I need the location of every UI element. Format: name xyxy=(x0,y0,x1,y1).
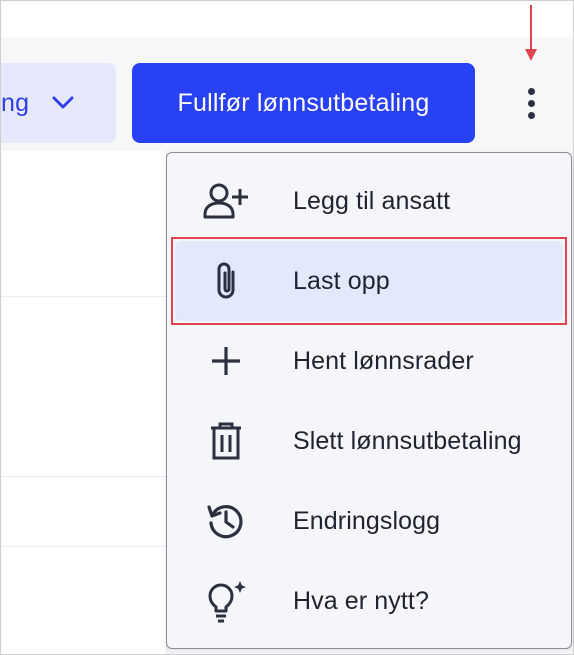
chevron-down-icon xyxy=(52,96,74,109)
kebab-dot xyxy=(527,99,535,107)
menu-item-upload[interactable]: Last opp xyxy=(175,241,563,321)
lightbulb-sparkle-icon xyxy=(203,578,249,624)
history-icon xyxy=(203,498,249,544)
menu-item-label: Hva er nytt? xyxy=(293,586,429,615)
menu-item-label: Last opp xyxy=(293,266,390,295)
row-divider xyxy=(1,546,166,547)
kebab-dot xyxy=(527,87,535,95)
row-divider xyxy=(1,476,166,477)
paperclip-icon xyxy=(203,258,249,304)
menu-item-whats-new[interactable]: Hva er nytt? xyxy=(175,561,563,641)
more-options-menu: Legg til ansatt Last opp Hent lønnsrader xyxy=(166,152,572,649)
row-divider xyxy=(1,296,166,297)
menu-item-fetch-payroll-lines[interactable]: Hent lønnsrader xyxy=(175,321,563,401)
annotation-arrow-icon xyxy=(525,5,537,61)
complete-payroll-button[interactable]: Fullfør lønnsutbetaling xyxy=(132,63,475,143)
content-panel xyxy=(1,151,167,654)
period-select-value: ng xyxy=(1,88,30,117)
menu-item-label: Hent lønnsrader xyxy=(293,346,474,375)
menu-item-changelog[interactable]: Endringslogg xyxy=(175,481,563,561)
plus-icon xyxy=(203,338,249,384)
add-person-icon xyxy=(203,178,249,224)
trash-icon xyxy=(203,418,249,464)
top-strip xyxy=(1,1,573,37)
menu-item-label: Legg til ansatt xyxy=(293,186,451,215)
kebab-dot xyxy=(527,111,535,119)
period-select[interactable]: ng xyxy=(1,63,116,143)
menu-item-label: Endringslogg xyxy=(293,506,441,535)
menu-item-delete-payroll[interactable]: Slett lønnsutbetaling xyxy=(175,401,563,481)
more-options-icon[interactable] xyxy=(511,83,551,123)
app-frame: ng Fullfør lønnsutbetaling Legg til ansa… xyxy=(0,0,574,655)
menu-item-add-employee[interactable]: Legg til ansatt xyxy=(175,161,563,241)
menu-item-label: Slett lønnsutbetaling xyxy=(293,426,522,455)
